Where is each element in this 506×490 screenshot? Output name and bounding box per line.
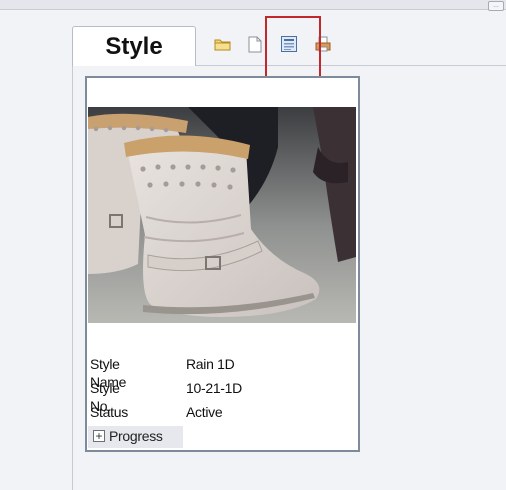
field-style-no-value: 10-21-1D	[186, 380, 242, 396]
progress-label: Progress	[109, 428, 163, 444]
tab-style-label: Style	[105, 32, 163, 60]
field-status-label: Status	[90, 404, 128, 420]
window-corner-button[interactable]: …	[488, 1, 504, 11]
tab-style[interactable]: Style	[72, 26, 196, 66]
progress-expander[interactable]: + Progress	[88, 426, 183, 448]
panel-left-border	[72, 66, 73, 490]
folder-icon[interactable]	[214, 35, 232, 53]
field-style-name-value: Rain 1D	[186, 356, 235, 372]
boot-photo[interactable]	[88, 107, 356, 323]
tab-strip-divider	[196, 65, 506, 66]
new-document-icon[interactable]	[246, 35, 264, 53]
window-top-strip: …	[0, 0, 506, 11]
expand-plus-icon[interactable]: +	[93, 430, 105, 442]
field-status-value: Active	[186, 404, 223, 420]
